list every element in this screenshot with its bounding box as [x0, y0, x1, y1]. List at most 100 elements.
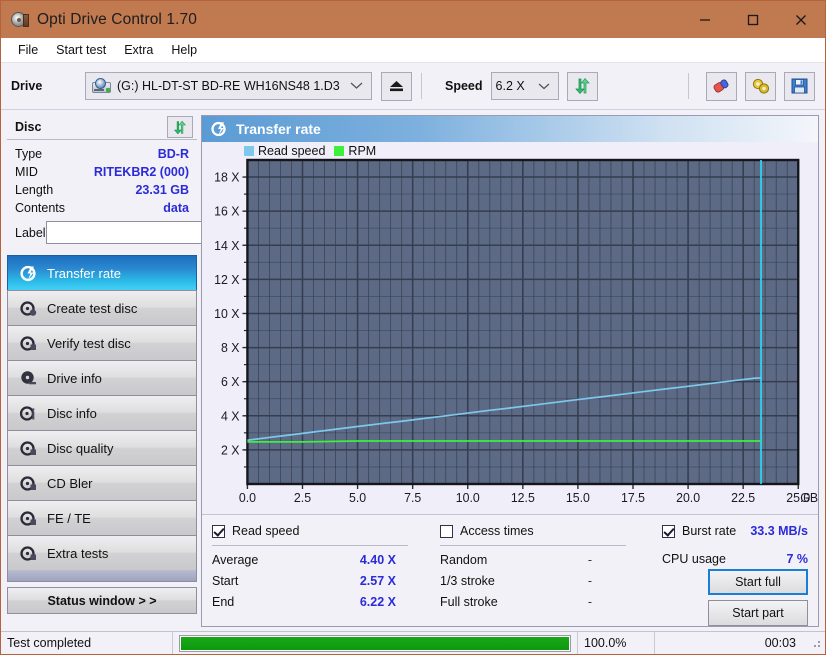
drive-label: Drive	[11, 79, 43, 93]
disc-label-key: Label	[15, 225, 46, 240]
window-controls	[681, 1, 825, 38]
divider	[440, 545, 626, 546]
y-tick-label: 4 X	[221, 409, 240, 423]
maximize-icon[interactable]	[729, 1, 777, 38]
toolbar-divider-1	[421, 73, 422, 99]
sidebar-item-extra-tests[interactable]: Extra tests	[7, 535, 197, 570]
disc-quality-icon	[18, 440, 38, 457]
close-icon[interactable]	[777, 1, 825, 38]
access-times-group: Access times Random - 1/3 stroke - Full …	[440, 521, 662, 622]
elapsed-time: 00:03	[764, 636, 796, 650]
tools-button[interactable]	[745, 71, 776, 101]
disc-row-contents: Contents data	[15, 199, 189, 217]
burst-rate-checkbox-row[interactable]: Burst rate	[662, 521, 736, 541]
access-times-checkbox[interactable]	[440, 524, 453, 538]
save-button[interactable]	[784, 71, 815, 101]
x-tick-label: 12.5	[511, 491, 535, 505]
sidebar-item-create-test-disc[interactable]: Create test disc	[7, 290, 197, 325]
speed-select-value: 6.2 X	[495, 79, 525, 93]
menu-help[interactable]: Help	[162, 40, 206, 60]
y-tick-label: 10 X	[214, 307, 240, 321]
disc-value-mid: RITEKBR2 (000)	[93, 165, 189, 179]
disc-bolt-icon	[210, 121, 227, 138]
resize-grip[interactable]	[810, 637, 822, 649]
sidebar-item-label: Extra tests	[47, 545, 109, 561]
content-panel: Transfer rate Read speed RPM 2 X 4 X 6 X 8 …	[201, 115, 819, 627]
stat-key-full-stroke: Full stroke	[440, 594, 498, 609]
stat-key-third-stroke: 1/3 stroke	[440, 573, 495, 588]
sidebar-item-cd-bler[interactable]: CD Bler	[7, 465, 197, 500]
stat-row-average: Average 4.40 X	[212, 549, 440, 570]
read-speed-checkbox-row[interactable]: Read speed	[212, 521, 440, 541]
status-bar: Test completed 100.0% 00:03	[1, 631, 825, 654]
x-tick-label: 5.0	[349, 491, 366, 505]
sidebar-item-disc-info[interactable]: Disc info	[7, 395, 197, 430]
progress-bar-fill	[181, 636, 569, 650]
menu-start-test[interactable]: Start test	[47, 40, 115, 60]
y-tick-label: 12 X	[214, 273, 240, 287]
speed-select[interactable]: 6.2 X	[490, 72, 559, 100]
transfer-rate-chart: Read speed RPM 2 X 4 X 6 X 8 X 10 X 12 X 14 X 1…	[202, 142, 818, 514]
disc-row-type: Type BD-R	[15, 145, 189, 163]
statistics-panel: Read speed Average 4.40 X Start 2.57 X E…	[202, 514, 818, 626]
burst-cpu-group: Burst rate 33.3 MB/s CPU usage 7 % Start…	[662, 521, 808, 626]
optical-drive-icon	[92, 78, 111, 94]
menu-file[interactable]: File	[9, 40, 47, 60]
x-tick-label: 22.5	[731, 491, 755, 505]
panel-header: Transfer rate	[202, 116, 818, 142]
start-part-button[interactable]: Start part	[708, 600, 808, 626]
stat-value-cpu-usage: 7 %	[786, 551, 808, 566]
burst-rate-value: 33.3 MB/s	[750, 524, 808, 538]
access-times-checkbox-row[interactable]: Access times	[440, 521, 662, 541]
drive-toolbar: Drive (G:) HL-DT-ST BD-RE WH16NS48 1.D3 …	[1, 63, 825, 110]
sidebar-item-disc-quality[interactable]: Disc quality	[7, 430, 197, 465]
divider	[212, 545, 408, 546]
disc-key-mid: MID	[15, 165, 38, 179]
legend-swatch-read-speed	[244, 146, 254, 156]
stat-row-start: Start 2.57 X	[212, 570, 440, 591]
disc-group-header: Disc	[7, 115, 197, 140]
start-full-button[interactable]: Start full	[708, 569, 808, 595]
burst-rate-row: Burst rate 33.3 MB/s	[662, 521, 808, 541]
disc-label-row: Label	[15, 220, 253, 245]
stat-value-end: 6.22 X	[359, 594, 396, 609]
stat-row-full-stroke: Full stroke -	[440, 591, 662, 612]
disc-extra-icon	[18, 545, 38, 562]
legend-swatch-rpm	[334, 146, 345, 156]
stat-row-third-stroke: 1/3 stroke -	[440, 570, 662, 591]
action-buttons: Start full Start part	[706, 569, 808, 626]
minimize-icon[interactable]	[681, 1, 729, 38]
disc-key-contents: Contents	[15, 201, 66, 215]
menu-extra[interactable]: Extra	[115, 40, 162, 60]
y-tick-label: 2 X	[221, 443, 240, 457]
eject-button[interactable]	[381, 71, 412, 101]
progress-percent: 100.0%	[577, 632, 655, 654]
stat-value-random: -	[587, 552, 593, 567]
refresh-speed-button[interactable]	[566, 71, 598, 101]
disc-create-icon	[18, 300, 38, 317]
menu-bar: File Start test Extra Help	[1, 38, 825, 63]
sidebar-item-fe-te[interactable]: FE / TE	[7, 500, 197, 535]
sidebar-item-transfer-rate[interactable]: Transfer rate	[7, 255, 197, 290]
y-tick-label: 6 X	[221, 375, 240, 389]
sidebar-item-verify-test-disc[interactable]: Verify test disc	[7, 325, 197, 360]
sidebar-item-label: FE / TE	[47, 510, 91, 526]
stat-value-full-stroke: -	[587, 594, 593, 609]
stat-value-start: 2.57 X	[359, 573, 396, 588]
toolbar-right-group	[679, 71, 815, 101]
legend-label-read-speed: Read speed	[258, 144, 326, 158]
status-window-button[interactable]: Status window > >	[7, 587, 197, 614]
eraser-button[interactable]	[706, 71, 737, 101]
read-speed-group: Read speed Average 4.40 X Start 2.57 X E…	[212, 521, 440, 622]
drive-select[interactable]: (G:) HL-DT-ST BD-RE WH16NS48 1.D3	[85, 72, 372, 100]
disc-refresh-button[interactable]	[167, 116, 193, 138]
y-tick-label: 14 X	[214, 239, 240, 253]
burst-rate-checkbox[interactable]	[662, 524, 675, 538]
sidebar-item-label: CD Bler	[47, 475, 93, 491]
legend-label-rpm: RPM	[348, 144, 377, 158]
sidebar-item-label: Drive info	[47, 370, 102, 386]
x-tick-label: 2.5	[294, 491, 311, 505]
sidebar-item-drive-info[interactable]: Drive info	[7, 360, 197, 395]
burst-rate-label: Burst rate	[682, 524, 737, 538]
read-speed-checkbox[interactable]	[212, 524, 225, 538]
